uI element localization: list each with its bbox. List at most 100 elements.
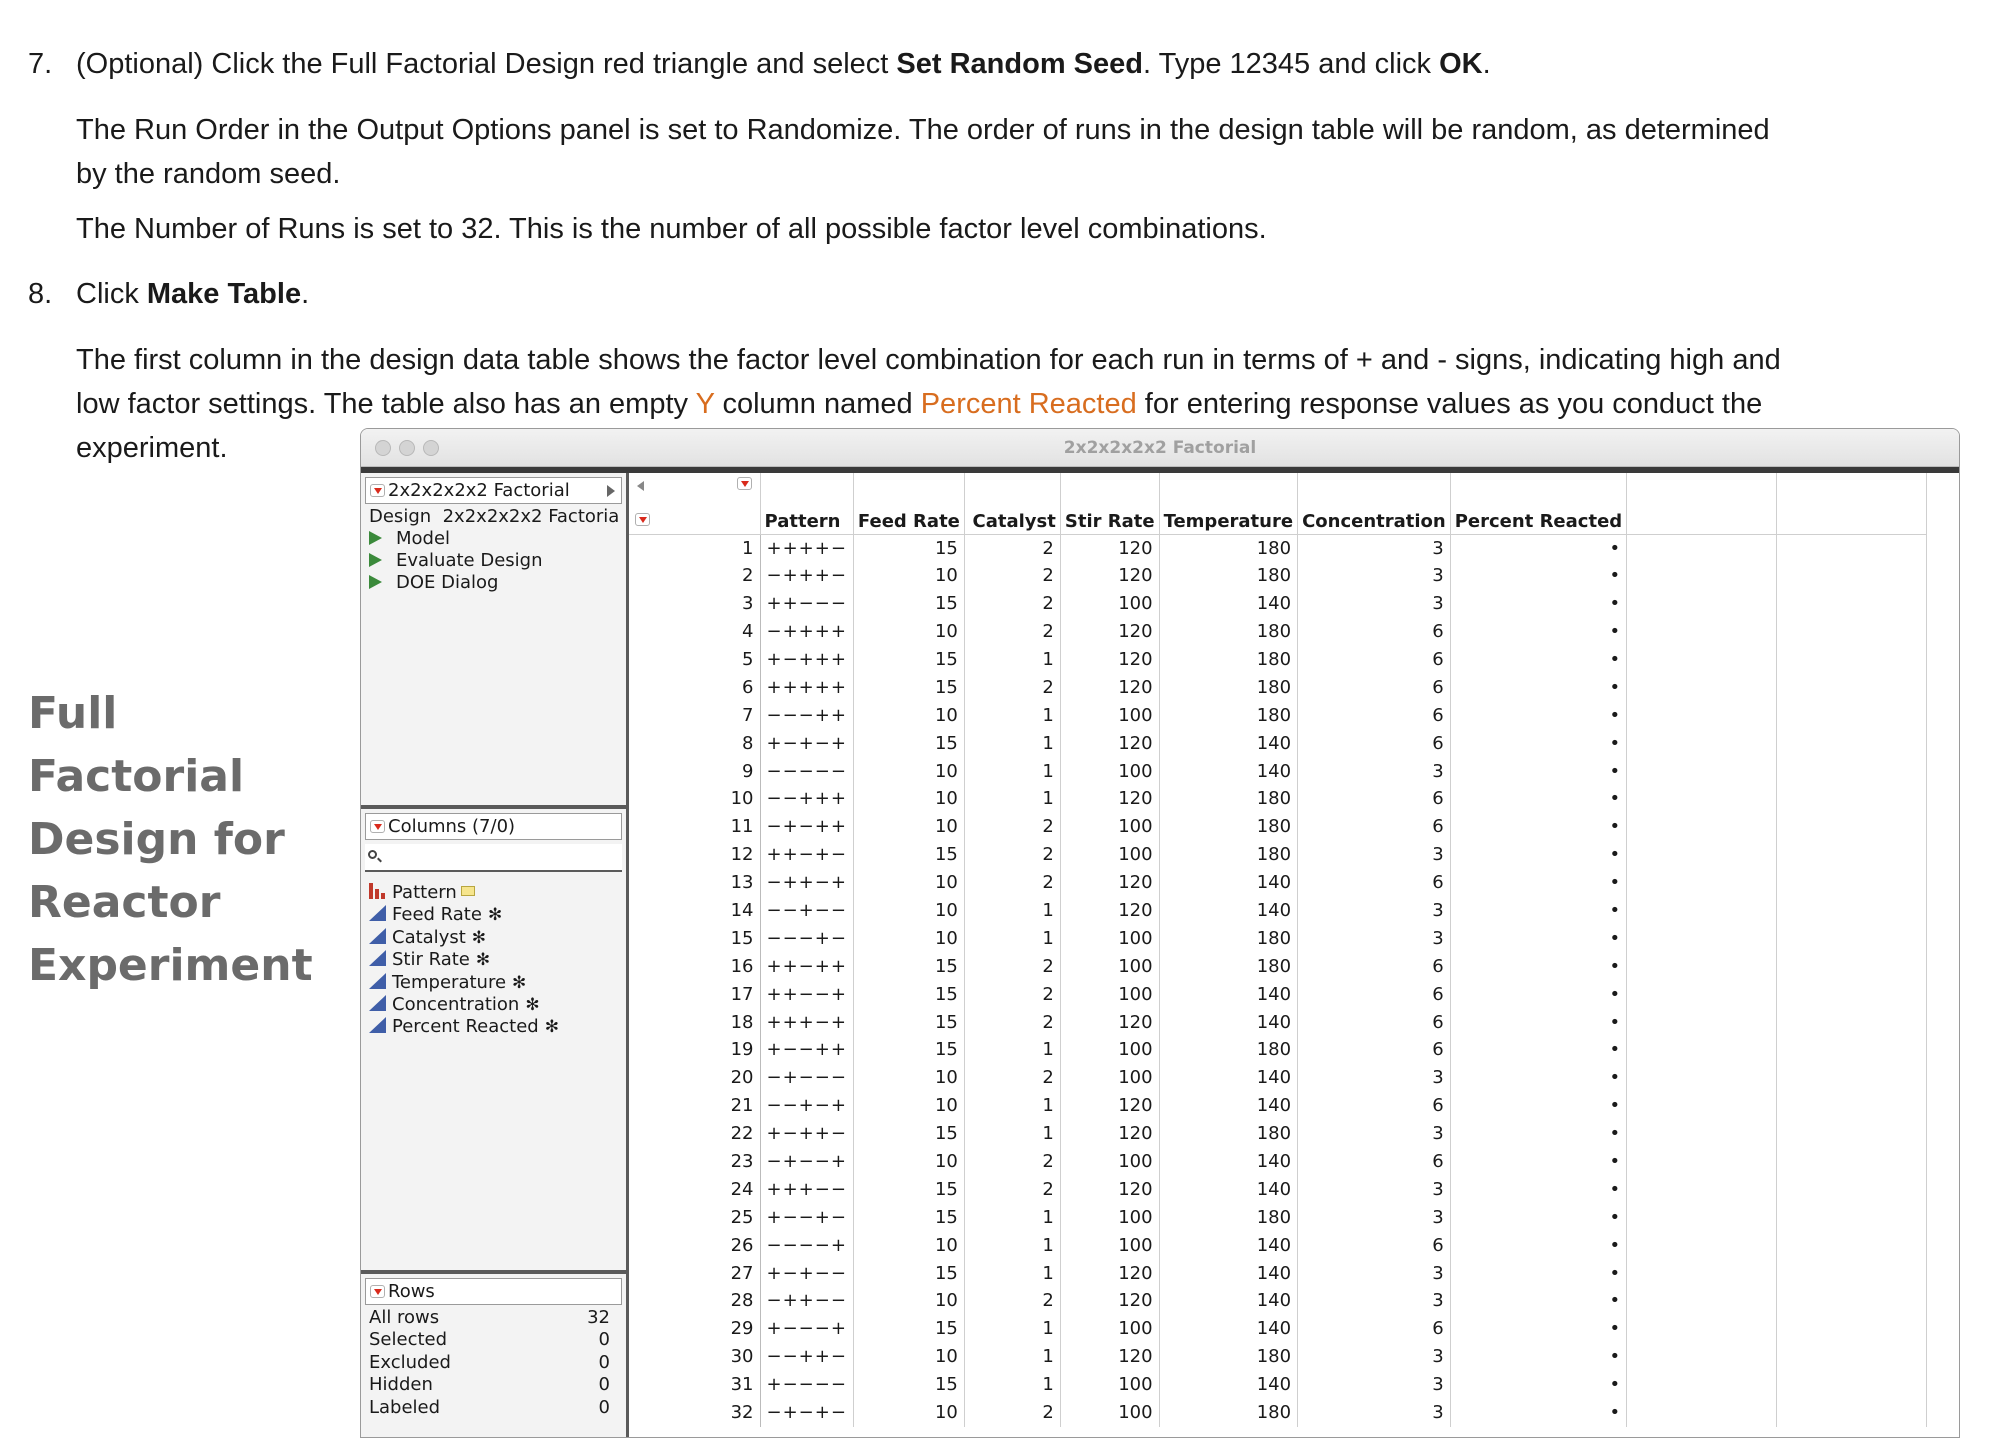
row-number[interactable]: 1: [629, 534, 761, 562]
table-row[interactable]: 4 −++++ 10 2 120 180 6 •: [629, 617, 1928, 646]
table-cell[interactable]: 10: [853, 561, 965, 590]
row-number[interactable]: 3: [629, 589, 761, 618]
missing-value-cell[interactable]: •: [1450, 980, 1628, 1009]
column-item-feed-rate[interactable]: Feed Rate ✻: [361, 904, 626, 926]
missing-value-cell[interactable]: •: [1450, 868, 1628, 897]
missing-value-cell[interactable]: •: [1450, 812, 1628, 841]
table-cell[interactable]: 3: [1297, 1342, 1451, 1371]
table-row[interactable]: 31 +−−−− 15 1 100 140 3 •: [629, 1370, 1928, 1399]
empty-cell[interactable]: [1776, 701, 1928, 730]
table-cell[interactable]: 3: [1297, 1119, 1451, 1148]
cell-pattern[interactable]: ++−+−: [760, 840, 854, 869]
cell-pattern[interactable]: −+−−−: [760, 1063, 854, 1092]
column-item-stir-rate[interactable]: Stir Rate ✻: [361, 949, 626, 971]
run-script-icon[interactable]: [369, 553, 382, 567]
empty-cell[interactable]: [1776, 1119, 1928, 1148]
table-row[interactable]: 12 ++−+− 15 2 100 180 3 •: [629, 840, 1928, 869]
grid-corner[interactable]: [629, 473, 761, 535]
row-number[interactable]: 10: [629, 785, 761, 813]
table-cell[interactable]: 3: [1297, 561, 1451, 590]
table-cell[interactable]: 2: [964, 1008, 1061, 1037]
table-cell[interactable]: 1: [964, 757, 1061, 786]
empty-cell[interactable]: [1776, 924, 1928, 953]
empty-cell[interactable]: [1626, 1231, 1778, 1260]
empty-cell[interactable]: [1776, 617, 1928, 646]
table-cell[interactable]: 6: [1297, 980, 1451, 1009]
table-cell[interactable]: 1: [964, 729, 1061, 758]
row-number[interactable]: 31: [629, 1370, 761, 1399]
cell-pattern[interactable]: −−−−+: [760, 1231, 854, 1260]
empty-cell[interactable]: [1776, 1147, 1928, 1176]
missing-value-cell[interactable]: •: [1450, 952, 1628, 981]
table-cell[interactable]: 10: [853, 1063, 965, 1092]
table-cell[interactable]: 1: [964, 701, 1061, 730]
missing-value-cell[interactable]: •: [1450, 896, 1628, 925]
table-cell[interactable]: 180: [1159, 1398, 1299, 1427]
table-cell[interactable]: 10: [853, 1147, 965, 1176]
panel-divider[interactable]: [361, 1270, 626, 1274]
table-cell[interactable]: 180: [1159, 617, 1299, 646]
table-row[interactable]: 23 −+−−+ 10 2 100 140 6 •: [629, 1147, 1928, 1176]
red-triangle-icon[interactable]: [370, 484, 385, 497]
table-cell[interactable]: 140: [1159, 1287, 1299, 1315]
table-cell[interactable]: 2: [964, 1287, 1061, 1315]
table-cell[interactable]: 140: [1159, 980, 1299, 1009]
red-triangle-icon[interactable]: [370, 820, 385, 833]
empty-cell[interactable]: [1626, 785, 1778, 813]
missing-value-cell[interactable]: •: [1450, 645, 1628, 674]
row-number[interactable]: 19: [629, 1036, 761, 1064]
table-cell[interactable]: 10: [853, 812, 965, 841]
table-cell[interactable]: 100: [1060, 589, 1160, 618]
table-cell[interactable]: 180: [1159, 812, 1299, 841]
empty-cell[interactable]: [1626, 1370, 1778, 1399]
table-row[interactable]: 6 +++++ 15 2 120 180 6 •: [629, 673, 1928, 702]
cell-pattern[interactable]: +−+++: [760, 645, 854, 674]
empty-cell[interactable]: [1626, 924, 1778, 953]
table-cell[interactable]: 140: [1159, 729, 1299, 758]
empty-cell[interactable]: [1776, 1036, 1928, 1064]
table-cell[interactable]: 6: [1297, 1008, 1451, 1037]
table-cell[interactable]: 10: [853, 1287, 965, 1315]
table-cell[interactable]: 1: [964, 1203, 1061, 1232]
cell-pattern[interactable]: ++++−: [760, 534, 854, 562]
missing-value-cell[interactable]: •: [1450, 1370, 1628, 1399]
empty-cell[interactable]: [1776, 1259, 1928, 1288]
column-item-concentration[interactable]: Concentration ✻: [361, 994, 626, 1016]
empty-cell[interactable]: [1776, 673, 1928, 702]
column-header-feed-rate[interactable]: Feed Rate: [853, 473, 965, 535]
empty-cell[interactable]: [1776, 840, 1928, 869]
cell-pattern[interactable]: +−++−: [760, 1119, 854, 1148]
rows-red-triangle-icon[interactable]: [635, 513, 650, 526]
cell-pattern[interactable]: −+−−+: [760, 1147, 854, 1176]
empty-cell[interactable]: [1776, 645, 1928, 674]
cell-pattern[interactable]: +−−++: [760, 1036, 854, 1064]
columns-panel-header[interactable]: Columns (7/0): [365, 813, 622, 840]
table-cell[interactable]: 1: [964, 1342, 1061, 1371]
cell-pattern[interactable]: −++++: [760, 617, 854, 646]
cell-pattern[interactable]: +−−−+: [760, 1314, 854, 1343]
table-cell[interactable]: 120: [1060, 1287, 1160, 1315]
table-cell[interactable]: 180: [1159, 840, 1299, 869]
table-cell[interactable]: 180: [1159, 645, 1299, 674]
row-number[interactable]: 18: [629, 1008, 761, 1037]
cell-pattern[interactable]: +++−+: [760, 1008, 854, 1037]
empty-cell[interactable]: [1626, 812, 1778, 841]
empty-cell[interactable]: [1626, 840, 1778, 869]
table-cell[interactable]: 180: [1159, 952, 1299, 981]
empty-cell[interactable]: [1776, 1314, 1928, 1343]
table-cell[interactable]: 100: [1060, 1203, 1160, 1232]
table-cell[interactable]: 140: [1159, 868, 1299, 897]
empty-cell[interactable]: [1776, 868, 1928, 897]
table-row[interactable]: 10 −−+++ 10 1 120 180 6 •: [629, 785, 1928, 813]
table-cell[interactable]: 180: [1159, 534, 1299, 562]
table-cell[interactable]: 3: [1297, 1287, 1451, 1315]
empty-cell[interactable]: [1626, 645, 1778, 674]
table-cell[interactable]: 6: [1297, 1147, 1451, 1176]
table-cell[interactable]: 140: [1159, 896, 1299, 925]
table-cell[interactable]: 120: [1060, 673, 1160, 702]
missing-value-cell[interactable]: •: [1450, 1203, 1628, 1232]
table-cell[interactable]: 2: [964, 1398, 1061, 1427]
table-cell[interactable]: 3: [1297, 1175, 1451, 1204]
empty-cell[interactable]: [1626, 1036, 1778, 1064]
table-cell[interactable]: 6: [1297, 1091, 1451, 1120]
